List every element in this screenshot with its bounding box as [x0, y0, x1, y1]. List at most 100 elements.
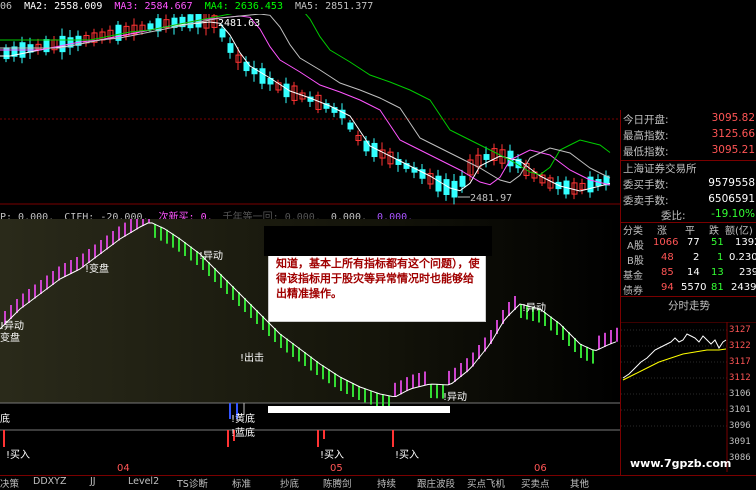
indicator-bar [178, 237, 180, 252]
indicator-bar [280, 334, 282, 348]
indicator-bar [184, 242, 186, 256]
tab-sustained[interactable]: 持续 [377, 476, 396, 490]
mini-price-0: 3127 [729, 325, 751, 335]
ann-huang-di: !黄底 [231, 414, 256, 425]
indicator-bar [112, 231, 114, 245]
tab-follow-band[interactable]: 跟庄波段 [417, 476, 455, 490]
mini-price-6: 3096 [729, 421, 751, 431]
tab-buy-sell-point[interactable]: 买卖点 [521, 476, 550, 490]
indicator-bar [34, 284, 36, 299]
ma2-label: MA2: 2558.009 [24, 1, 103, 12]
indicator-bar [310, 356, 312, 371]
panel-row-high: 最高指数: 3125.66 [623, 128, 755, 142]
tab-ddxyz[interactable]: DDXYZ [33, 476, 66, 488]
ann-lan-di: !蓝底 [231, 428, 256, 439]
panel-row-ask: 委卖手数: 6506591 [623, 193, 755, 207]
note-redaction [264, 226, 492, 256]
indicator-bar [604, 332, 606, 347]
candlestick-chart[interactable]: 2481.63 2481.97 [0, 14, 620, 209]
mini-intraday-chart[interactable]: 3127 3122 3117 3112 3106 3101 3096 3091 … [621, 322, 756, 472]
indicator-bar [298, 347, 300, 362]
indicator-bar [544, 312, 546, 326]
indicator-bar [196, 251, 198, 265]
indicator-bar [610, 330, 612, 344]
candle [59, 35, 66, 53]
indicator-bar [58, 266, 60, 281]
indicator-bar [172, 233, 174, 248]
indicator-bar [418, 373, 420, 387]
candle [219, 28, 226, 38]
indicator-bar [448, 370, 450, 385]
candle [227, 43, 234, 53]
indicator-bar [100, 240, 102, 254]
tab-chen-teng-jian[interactable]: 陈腾剑 [323, 476, 352, 490]
ann-yi-dong-1: !异动 [199, 251, 224, 262]
indicator-bar [130, 219, 132, 233]
indicator-bar [346, 380, 348, 394]
date-marker-04: 04 [117, 463, 130, 474]
candles-group [3, 14, 610, 205]
indicator-bar [400, 380, 402, 395]
mini-price-8: 3086 [729, 453, 751, 463]
indicator-bar [322, 365, 324, 380]
ma3-label: MA3: 2584.667 [114, 1, 193, 12]
indicator-bar [64, 263, 66, 277]
indicator-bar [76, 257, 78, 271]
panel-row-low: 最低指数: 3095.21 [623, 144, 755, 158]
tab-decision[interactable]: 决策 [0, 476, 19, 490]
candle [259, 68, 266, 84]
mini-price-1: 3122 [729, 341, 751, 351]
ann-yi-dong-4: !异动 [522, 303, 547, 314]
white-band [268, 406, 450, 413]
indicator-bar [376, 392, 378, 407]
indicator-bar [166, 229, 168, 244]
tab-jj[interactable]: JJ [90, 476, 96, 488]
indicator-bar [304, 352, 306, 366]
indicator-bar [28, 289, 30, 303]
panel-row-open: 今日开盘: 3095.82 [623, 112, 755, 126]
indicator-bar [460, 363, 462, 377]
tab-bottom-fishing[interactable]: 抄底 [280, 476, 299, 490]
candle [347, 122, 354, 130]
ann-buy-3: !买入 [395, 450, 420, 461]
ann-chu-ji: !出击 [240, 353, 265, 364]
date-marker-05: 05 [330, 463, 343, 474]
tab-ts-diagnosis[interactable]: TS诊断 [177, 476, 208, 490]
candle [43, 39, 50, 53]
indicator-bar [556, 321, 558, 335]
mini-chart-title: 分时走势 [668, 300, 710, 312]
indicator-bar [580, 344, 582, 358]
table-row: B股 48 2 1 0.230 [627, 252, 756, 267]
indicator-bar [364, 388, 366, 403]
indicator-bar [160, 226, 162, 241]
candle [459, 175, 466, 187]
indicator-bar [148, 219, 150, 223]
mini-price-2: 3117 [729, 357, 751, 367]
indicator-bar [394, 382, 396, 397]
tab-other[interactable]: 其他 [570, 476, 589, 490]
indicator-bar [340, 377, 342, 391]
table-row: A股 1066 77 51 1392 [627, 237, 756, 252]
ann-yi-dong-3: !异动 [443, 392, 468, 403]
indicator-bar [592, 349, 594, 364]
ann-di: 底 [0, 414, 10, 425]
indicator-bar [466, 358, 468, 373]
ma4-label: MA4: 2636.453 [204, 1, 283, 12]
ann-bian-pan-1: !变盘 [85, 264, 110, 275]
tab-level2[interactable]: Level2 [128, 476, 159, 488]
table-row: 债券 94 5570 81 2439 [623, 282, 756, 297]
tab-buy-point-plane[interactable]: 买点飞机 [467, 476, 505, 490]
indicator-bar [316, 361, 318, 375]
indicator-bar [82, 253, 84, 268]
indicator-bar [70, 260, 72, 274]
candle [483, 154, 490, 160]
candle [3, 47, 10, 60]
ma-prefix: 06 [0, 1, 13, 12]
ma-header: 06 MA2: 2558.009 MA3: 2584.667 MA4: 2636… [0, 1, 379, 15]
indicator-bar [586, 346, 588, 361]
indicator-bar [40, 280, 42, 294]
indicator-bar [598, 335, 600, 350]
tab-standard[interactable]: 标准 [232, 476, 251, 490]
panel-row-bid: 委买手数: 9579558 [623, 177, 755, 191]
watermark: www.7gpzb.com [630, 457, 732, 470]
